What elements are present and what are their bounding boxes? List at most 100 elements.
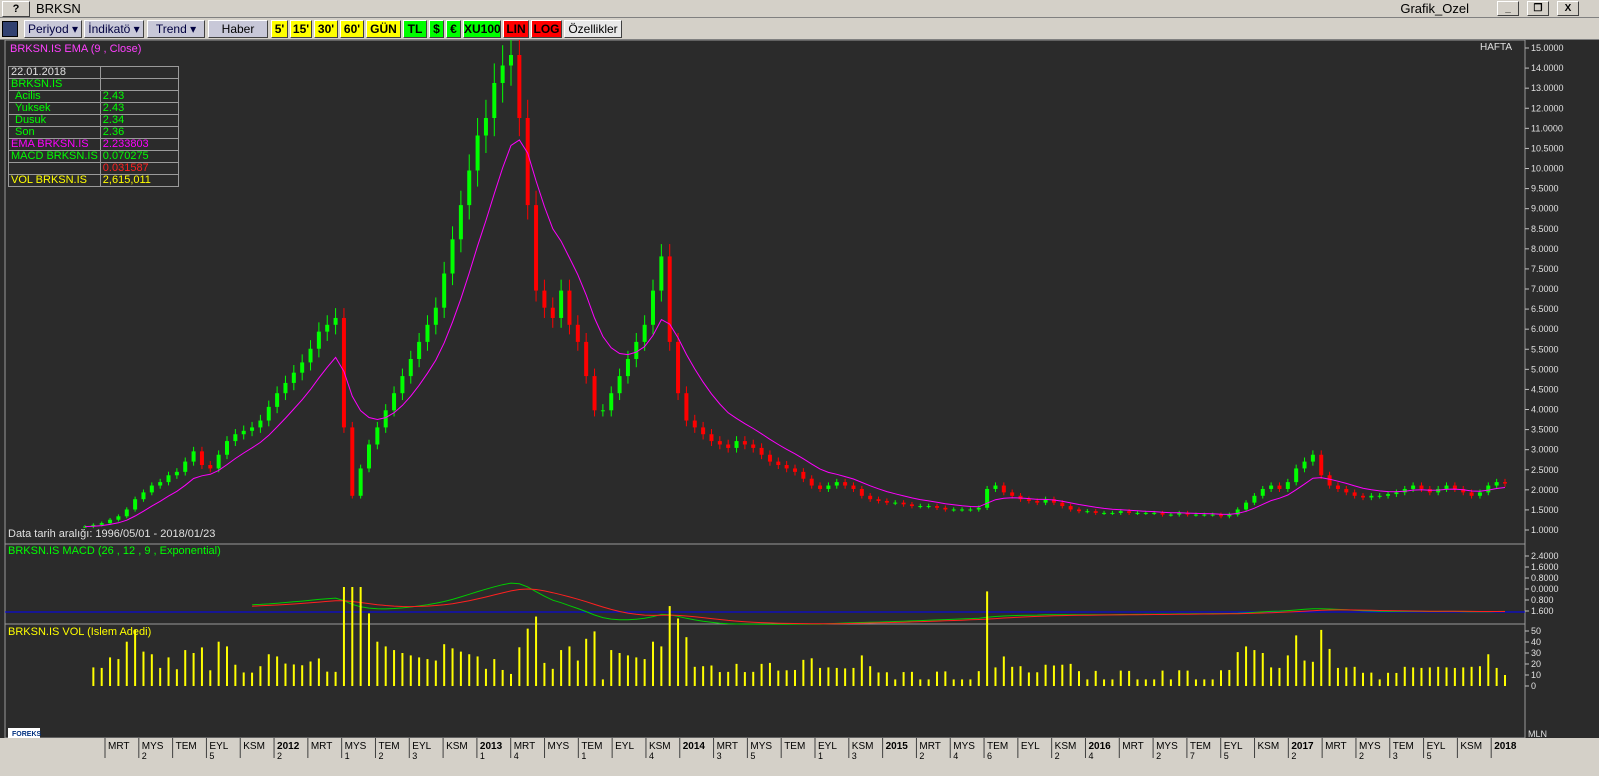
volume-bar — [368, 613, 370, 686]
candle-body — [1152, 512, 1157, 514]
candle-body — [458, 205, 463, 240]
volume-bar — [1504, 675, 1506, 686]
restore-button[interactable]: ❐ — [1527, 1, 1549, 16]
volume-bar — [317, 658, 320, 686]
volume-bar — [1178, 670, 1181, 686]
candle-body — [868, 495, 873, 500]
candle-body — [609, 393, 614, 411]
candle-body — [968, 509, 973, 511]
linear-scale-button[interactable]: LIN — [503, 20, 529, 38]
candle-body — [1386, 494, 1391, 496]
x-axis-sublabel: 3 — [852, 751, 857, 761]
candle-body — [1294, 468, 1299, 483]
period-30min-button[interactable]: 30' — [314, 20, 338, 38]
volume-bar — [251, 672, 254, 686]
currency-tl-button[interactable]: TL — [403, 20, 427, 38]
volume-bar — [1487, 654, 1490, 686]
volume-bar — [1437, 666, 1440, 686]
candle-body — [483, 118, 488, 136]
chart-area[interactable]: BRKSN.IS EMA (9 , Close) HAFTA Data tari… — [0, 40, 1599, 776]
ozellikler-button[interactable]: Özellikler — [564, 20, 622, 38]
volume-bar — [869, 666, 872, 686]
volume-bar — [434, 660, 437, 686]
candle-body — [1077, 509, 1081, 512]
volume-bar — [785, 670, 788, 686]
price-tick-label: 10.5000 — [1531, 143, 1564, 153]
x-axis-sublabel: 2 — [1055, 751, 1060, 761]
volume-bar — [844, 668, 847, 686]
chevron-down-icon: ▾ — [68, 22, 79, 36]
candle-body — [358, 468, 363, 496]
price-tick-label: 5.5000 — [1531, 344, 1559, 354]
candle-body — [625, 359, 630, 377]
periyod-label: Periyod — [27, 22, 69, 36]
help-button[interactable]: ? — [2, 1, 30, 17]
volume-bar — [1311, 661, 1314, 686]
volume-bar — [342, 587, 345, 686]
info-close-value: 2.36 — [99, 126, 179, 139]
window-title: BRKSN — [36, 1, 81, 16]
info-close-label: Son — [8, 126, 101, 139]
candle-body — [225, 441, 229, 455]
log-scale-button[interactable]: LOG — [531, 20, 562, 38]
x-axis-sublabel: 2 — [142, 751, 147, 761]
minimize-button[interactable]: _ — [1497, 1, 1519, 16]
volume-bar — [1378, 679, 1381, 686]
period-label: HAFTA — [1480, 42, 1512, 53]
price-tick-label: 1.0000 — [1531, 525, 1559, 535]
candle-body — [960, 509, 965, 511]
price-tick-label: 6.0000 — [1531, 324, 1559, 334]
x-axis-sublabel: 4 — [1088, 751, 1093, 761]
volume-bar — [894, 679, 897, 686]
candle-body — [1143, 512, 1148, 514]
volume-bar — [1495, 667, 1498, 686]
volume-bar — [1261, 653, 1264, 686]
x-axis-label: KSM — [446, 741, 468, 752]
volume-bar — [1186, 670, 1189, 686]
candle-body — [1168, 514, 1173, 516]
period-day-button[interactable]: GÜN — [366, 20, 401, 38]
xu100-button[interactable]: XU100 — [463, 20, 501, 38]
trend-dropdown[interactable]: Trend ▾ — [147, 20, 205, 38]
volume-bar — [977, 671, 980, 686]
volume-bar — [1211, 679, 1214, 686]
volume-bar — [125, 641, 128, 686]
chart-logo-icon[interactable] — [2, 21, 18, 37]
period-60min-button[interactable]: 60' — [340, 20, 364, 38]
volume-bar — [827, 667, 830, 686]
price-tick-label: 6.5000 — [1531, 304, 1559, 314]
indikator-dropdown[interactable]: İndikatö ▾ — [84, 20, 144, 38]
info-symbol: BRKSN.IS — [8, 78, 101, 91]
close-button[interactable]: X — [1557, 1, 1579, 16]
candle-body — [517, 55, 522, 118]
price-tick-label: 4.0000 — [1531, 405, 1559, 415]
volume-bar — [234, 664, 237, 686]
volume-bar — [1295, 635, 1298, 686]
volume-bar — [426, 659, 429, 686]
period-15min-button[interactable]: 15' — [290, 20, 312, 38]
candle-body — [801, 471, 806, 479]
volume-bar — [292, 664, 295, 686]
volume-bar — [1328, 648, 1331, 686]
x-axis-label: 2018 — [1494, 741, 1517, 752]
volume-bar — [192, 653, 195, 686]
periyod-dropdown[interactable]: Periyod ▾ — [24, 20, 82, 38]
volume-bar — [727, 671, 730, 686]
currency-eur-button[interactable]: € — [446, 20, 461, 38]
candle-body — [550, 307, 555, 318]
period-5min-button[interactable]: 5' — [271, 20, 288, 38]
chart-canvas[interactable]: BRKSN.IS EMA (9 , Close) HAFTA Data tari… — [0, 40, 1599, 776]
volume-bar — [159, 667, 162, 686]
volume-bar — [969, 679, 972, 686]
candle-body — [241, 430, 246, 435]
volume-bar — [944, 671, 947, 686]
x-axis-sublabel: 1 — [480, 751, 485, 761]
volume-bar — [1462, 667, 1465, 686]
volume-bar — [1119, 670, 1122, 686]
volume-bar — [593, 631, 596, 686]
haber-button[interactable]: Haber — [208, 20, 268, 38]
x-axis-label: 2014 — [683, 741, 706, 752]
volume-bar — [752, 671, 755, 686]
currency-usd-button[interactable]: $ — [429, 20, 444, 38]
volume-bar — [309, 661, 312, 686]
